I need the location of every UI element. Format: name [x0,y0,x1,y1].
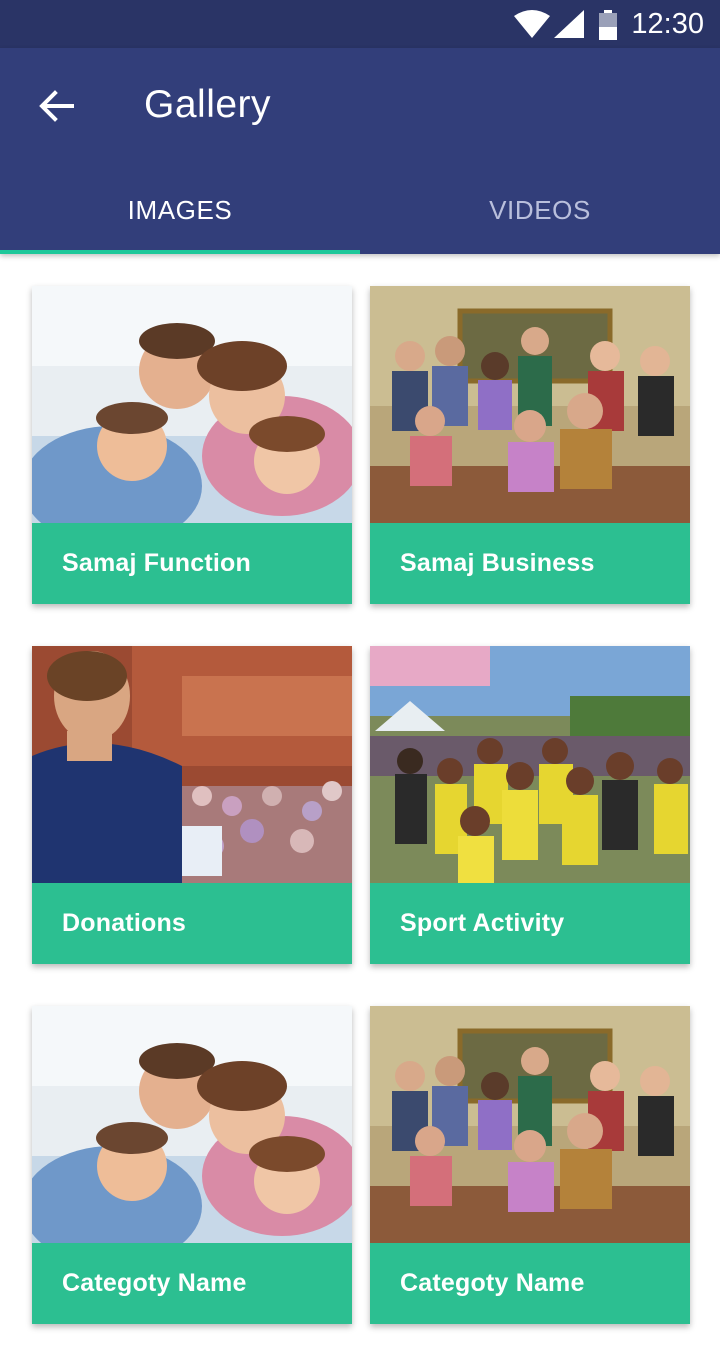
gallery-card[interactable]: Samaj Function [32,286,352,604]
conference-photo [32,646,352,883]
family-photo [32,286,352,523]
tab-bar: IMAGES VIDEOS [0,166,720,254]
app-bar: Gallery IMAGES VIDEOS [0,48,720,254]
back-button[interactable] [30,82,82,134]
card-caption: Categoty Name [370,1243,690,1324]
arrow-left-icon [38,88,74,129]
card-caption: Donations [32,883,352,964]
tab-videos[interactable]: VIDEOS [360,166,720,254]
battery-icon [598,10,618,45]
clock: 12:30 [631,8,704,40]
status-bar: 12:30 [0,0,720,48]
event-crowd-photo [370,646,690,883]
gallery-card[interactable]: Categoty Name [370,1006,690,1324]
gallery-card[interactable]: Sport Activity [370,646,690,964]
gallery-card[interactable]: Samaj Business [370,286,690,604]
gallery-grid: Samaj Function Samaj Business Donations … [0,254,720,1364]
gallery-card[interactable]: Categoty Name [32,1006,352,1324]
gallery-card[interactable]: Donations [32,646,352,964]
page-title: Gallery [144,83,272,126]
signal-icon [554,10,584,43]
wifi-icon [514,10,550,43]
card-caption: Samaj Business [370,523,690,604]
tab-images[interactable]: IMAGES [0,166,360,254]
group-portrait-photo [370,286,690,523]
card-caption: Categoty Name [32,1243,352,1324]
card-caption: Sport Activity [370,883,690,964]
family-photo [32,1006,352,1243]
group-portrait-photo [370,1006,690,1243]
card-caption: Samaj Function [32,523,352,604]
